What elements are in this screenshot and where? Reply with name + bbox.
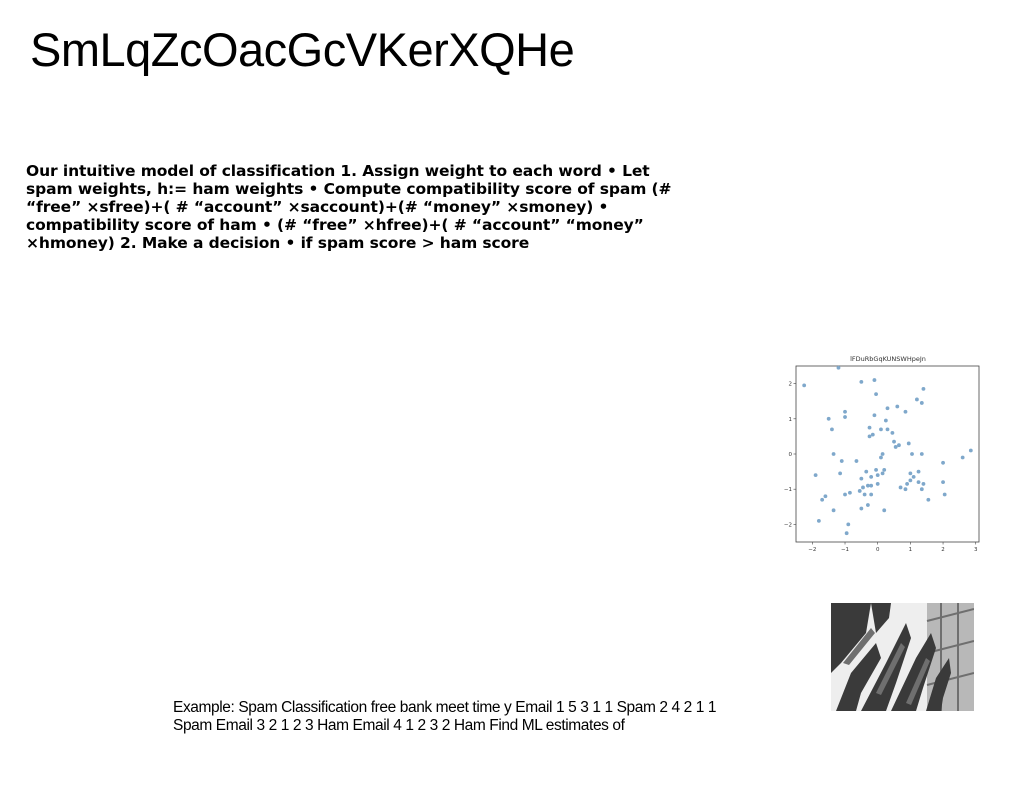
scatter-point bbox=[859, 379, 864, 384]
scatter-point bbox=[826, 416, 831, 421]
scatter-point bbox=[919, 487, 924, 492]
scatter-point bbox=[910, 452, 914, 456]
scatter-point bbox=[968, 448, 973, 453]
scatter-point bbox=[898, 485, 903, 490]
plant-photo bbox=[831, 603, 974, 711]
x-tick-label: 1 bbox=[909, 547, 913, 553]
x-tick-label: 2 bbox=[941, 547, 945, 553]
scatter-point bbox=[892, 439, 896, 444]
y-tick-label: −1 bbox=[784, 487, 792, 493]
scatter-point bbox=[941, 480, 945, 485]
scatter-point bbox=[919, 452, 924, 456]
scatter-point bbox=[916, 480, 921, 485]
scatter-point bbox=[848, 490, 852, 495]
plot-frame bbox=[795, 365, 980, 543]
x-axis: −2 −1 0 1 2 3 bbox=[808, 542, 978, 553]
scatter-point bbox=[831, 508, 836, 513]
x-tick-label: 0 bbox=[876, 547, 880, 553]
scatter-point bbox=[830, 427, 834, 432]
scatter-point bbox=[816, 518, 821, 523]
scatter-point bbox=[921, 482, 926, 486]
x-tick-label: −1 bbox=[841, 547, 849, 553]
scatter-point bbox=[883, 418, 888, 423]
scatter-point bbox=[921, 386, 926, 391]
y-tick-label: 2 bbox=[789, 382, 793, 388]
scatter-point bbox=[875, 482, 880, 486]
scatter-point bbox=[926, 497, 931, 502]
scatter-point bbox=[882, 508, 887, 513]
scatter-point bbox=[890, 430, 895, 435]
scatter-point bbox=[870, 432, 875, 437]
scatter-point bbox=[820, 497, 825, 502]
scatter-point bbox=[919, 401, 924, 405]
scatter-point bbox=[875, 473, 880, 478]
x-tick-label: 3 bbox=[974, 547, 978, 553]
scatter-point bbox=[857, 489, 862, 493]
scatter-point bbox=[880, 452, 885, 456]
scatter-point bbox=[843, 409, 847, 414]
scatter-point bbox=[915, 397, 919, 402]
scatter-point bbox=[942, 492, 947, 497]
scatter-point bbox=[869, 474, 874, 479]
scatter-point bbox=[867, 425, 872, 430]
scatter-point bbox=[874, 392, 878, 397]
scatter-point bbox=[843, 415, 847, 419]
y-tick-label: 0 bbox=[789, 452, 793, 458]
scatter-point bbox=[893, 445, 898, 449]
slide-body-text: Our intuitive model of classification 1.… bbox=[26, 162, 672, 252]
scatter-point bbox=[843, 492, 847, 497]
scatter-point bbox=[903, 487, 908, 492]
scatter-point bbox=[867, 434, 872, 439]
scatter-point bbox=[872, 413, 877, 418]
scatter-point bbox=[844, 531, 849, 536]
scatter-point bbox=[941, 460, 945, 465]
scatter-point bbox=[854, 459, 859, 463]
scatter-point bbox=[908, 471, 913, 476]
scatter-point bbox=[839, 459, 844, 463]
scatter-point bbox=[916, 469, 921, 474]
scatter-point bbox=[897, 443, 901, 448]
scatter-point bbox=[831, 452, 836, 456]
scatter-point bbox=[859, 506, 864, 511]
scatter-point bbox=[911, 474, 916, 479]
example-text: Example: Spam Classification free bank m… bbox=[173, 699, 717, 734]
chart-title: lFDuRbGqKUNSWHpeJn bbox=[850, 355, 926, 363]
scatter-point bbox=[905, 482, 910, 486]
scatter-point bbox=[838, 471, 843, 476]
scatter-point bbox=[869, 483, 874, 488]
scatter-point bbox=[813, 473, 818, 478]
scatter-point bbox=[859, 476, 864, 481]
scatter-point bbox=[908, 478, 913, 483]
scatter-point bbox=[906, 441, 911, 446]
scatter-point bbox=[960, 455, 965, 460]
scatter-point bbox=[846, 522, 851, 527]
scatter-point bbox=[885, 427, 890, 432]
scatter-point bbox=[895, 404, 900, 409]
scatter-point bbox=[872, 378, 877, 382]
scatter-points bbox=[802, 365, 973, 536]
x-tick-label: −2 bbox=[808, 547, 816, 553]
scatter-point bbox=[879, 427, 883, 432]
scatter-point bbox=[879, 455, 883, 460]
scatter-point bbox=[882, 467, 887, 472]
scatter-point bbox=[885, 406, 890, 411]
y-tick-label: 1 bbox=[789, 417, 793, 423]
scatter-point bbox=[903, 409, 908, 414]
scatter-plot: lFDuRbGqKUNSWHpeJn 2 1 0 −1 −2 −2 −1 0 1 2 3 bbox=[784, 355, 980, 553]
y-axis: 2 1 0 −1 −2 bbox=[784, 382, 796, 528]
scatter-point bbox=[880, 471, 885, 476]
slide-title: SmLqZcOacGcVKerXQHe bbox=[30, 23, 575, 76]
scatter-point bbox=[802, 383, 807, 388]
scatter-point bbox=[836, 365, 841, 370]
scatter-point bbox=[865, 503, 870, 507]
scatter-point bbox=[862, 492, 867, 497]
scatter-point bbox=[874, 467, 878, 472]
scatter-point bbox=[861, 485, 865, 490]
y-tick-label: −2 bbox=[784, 522, 792, 528]
scatter-point bbox=[864, 469, 869, 474]
scatter-point bbox=[869, 492, 874, 497]
scatter-point bbox=[865, 483, 870, 488]
scatter-point bbox=[823, 494, 828, 499]
